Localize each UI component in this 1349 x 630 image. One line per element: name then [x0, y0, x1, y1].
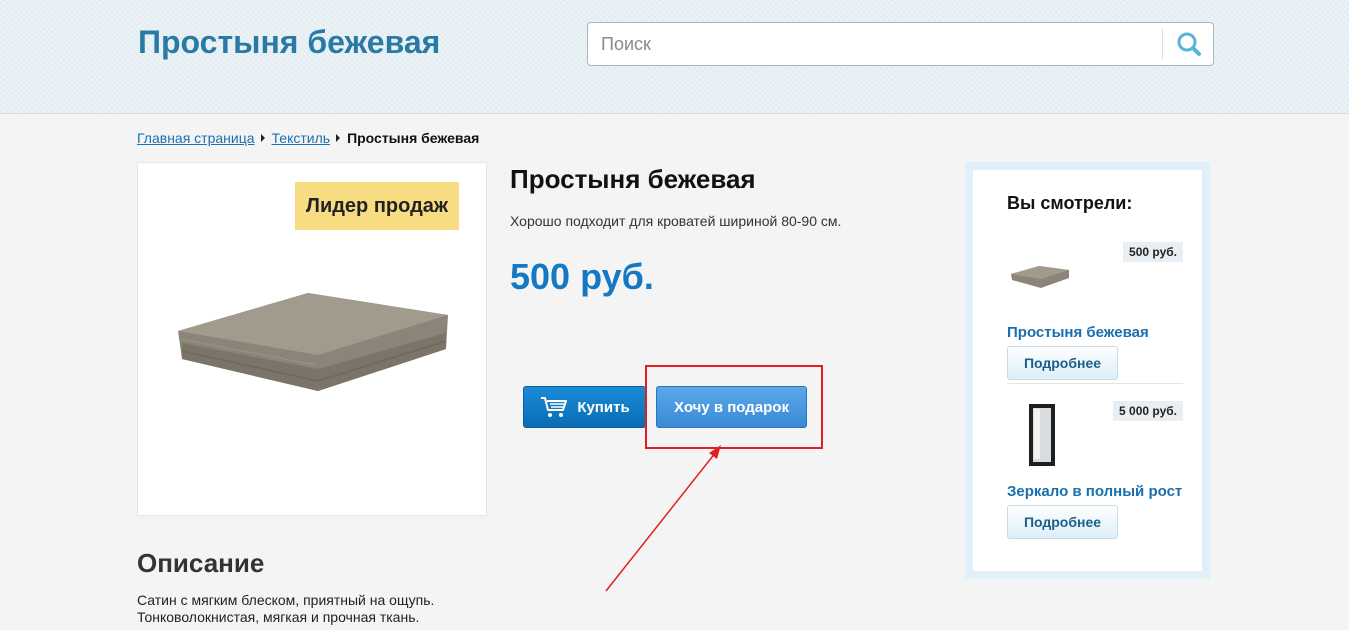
site-title[interactable]: Простыня бежевая — [138, 24, 440, 61]
viewed-item-thumbnail[interactable] — [1007, 242, 1073, 308]
sidebar-divider — [1007, 383, 1183, 384]
search-input[interactable] — [588, 23, 1162, 65]
viewed-item-more-button[interactable]: Подробнее — [1007, 346, 1118, 380]
annotation-highlight-box — [645, 365, 823, 449]
viewed-item-name[interactable]: Простыня бежевая — [1007, 324, 1149, 341]
description-heading: Описание — [137, 548, 265, 578]
viewed-item-more-button[interactable]: Подробнее — [1007, 505, 1118, 539]
recently-viewed-title: Вы смотрели: — [1007, 193, 1133, 213]
viewed-item-thumbnail[interactable] — [1007, 401, 1073, 467]
breadcrumb-textile-link[interactable]: Текстиль — [272, 130, 331, 146]
viewed-item: 5 000 руб. Зеркало в полный рост Подробн… — [1007, 401, 1183, 541]
product-title: Простыня бежевая — [510, 164, 756, 194]
description-line: Тонковолокнистая, мягкая и прочная ткань… — [137, 609, 420, 625]
cart-icon — [541, 397, 568, 417]
description-text: Сатин с мягким блеском, приятный на ощуп… — [137, 592, 434, 626]
search-box — [587, 22, 1214, 66]
recently-viewed-panel: Вы смотрели: 500 руб. Простыня бежевая П… — [965, 162, 1210, 579]
site-header: Простыня бежевая — [0, 0, 1349, 114]
search-icon — [1177, 32, 1201, 56]
breadcrumb: Главная страница Текстиль Простыня бежев… — [137, 130, 479, 146]
viewed-item-price: 500 руб. — [1123, 242, 1183, 262]
viewed-item-name[interactable]: Зеркало в полный рост — [1007, 483, 1182, 500]
bestseller-badge: Лидер продаж — [295, 182, 459, 230]
breadcrumb-home-link[interactable]: Главная страница — [137, 130, 255, 146]
viewed-item-price: 5 000 руб. — [1113, 401, 1183, 421]
search-button[interactable] — [1164, 23, 1213, 65]
product-image-card: Лидер продаж — [137, 162, 487, 516]
product-description: Хорошо подходит для кроватей шириной 80-… — [510, 213, 842, 229]
breadcrumb-current: Простыня бежевая — [347, 130, 480, 146]
viewed-item: 500 руб. Простыня бежевая Подробнее — [1007, 242, 1183, 382]
breadcrumb-separator-icon — [336, 134, 341, 142]
breadcrumb-separator-icon — [260, 134, 265, 142]
buy-button-label: Купить — [577, 398, 630, 416]
description-line: Сатин с мягким блеском, приятный на ощуп… — [137, 592, 435, 608]
search-divider — [1162, 29, 1163, 59]
buy-button[interactable]: Купить — [523, 386, 646, 428]
product-image[interactable] — [168, 273, 458, 403]
product-price: 500 руб. — [510, 256, 654, 297]
